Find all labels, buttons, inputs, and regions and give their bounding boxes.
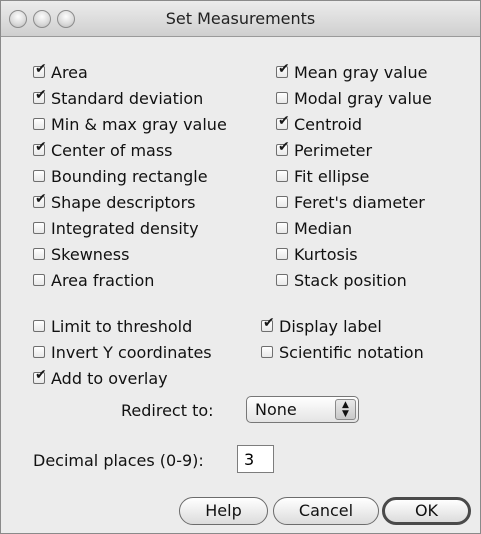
checkbox-icon[interactable]: ✔ — [33, 62, 47, 78]
checkbox-label: Fit ellipse — [294, 166, 370, 186]
checkbox-label: Kurtosis — [294, 244, 358, 264]
redirect-label: Redirect to: — [121, 401, 214, 420]
checkbox-icon[interactable]: ✔ — [276, 62, 290, 78]
checkbox-label: Shape descriptors — [51, 192, 196, 212]
checkbox-icon[interactable]: ✔ — [33, 140, 47, 156]
checkbox-label: Scientific notation — [279, 342, 424, 362]
checkbox-perimeter[interactable]: ✔ Perimeter — [276, 138, 372, 162]
checkbox-median[interactable]: Median — [276, 216, 352, 240]
checkbox-label: Limit to threshold — [51, 316, 193, 336]
checkbox-label: Area fraction — [51, 270, 155, 290]
checkbox-min-max-gray-value[interactable]: Min & max gray value — [33, 112, 227, 136]
checkbox-icon[interactable] — [33, 248, 45, 260]
checkbox-area[interactable]: ✔ Area — [33, 60, 88, 84]
checkbox-icon[interactable]: ✔ — [33, 88, 47, 104]
checkbox-limit-to-threshold[interactable]: Limit to threshold — [33, 314, 192, 338]
checkbox-icon[interactable] — [33, 118, 45, 130]
checkbox-centroid[interactable]: ✔ Centroid — [276, 112, 362, 136]
checkbox-icon[interactable] — [276, 196, 288, 208]
checkbox-icon[interactable] — [276, 248, 288, 260]
checkbox-label: Center of mass — [51, 140, 173, 160]
checkbox-display-label[interactable]: ✔ Display label — [261, 314, 382, 338]
checkbox-label: Stack position — [294, 270, 407, 290]
checkbox-add-to-overlay[interactable]: ✔ Add to overlay — [33, 366, 168, 390]
set-measurements-dialog: Set Measurements ✔ Area ✔ Standard devia… — [0, 0, 481, 534]
checkbox-icon[interactable] — [33, 320, 45, 332]
checkbox-icon[interactable]: ✔ — [261, 316, 275, 332]
checkbox-shape-descriptors[interactable]: ✔ Shape descriptors — [33, 190, 195, 214]
checkbox-kurtosis[interactable]: Kurtosis — [276, 242, 358, 266]
checkbox-icon[interactable] — [276, 274, 288, 286]
checkbox-label: Area — [51, 62, 88, 82]
ok-button[interactable]: OK — [382, 497, 471, 525]
checkbox-label: Bounding rectangle — [51, 166, 208, 186]
checkbox-center-of-mass[interactable]: ✔ Center of mass — [33, 138, 173, 162]
help-button[interactable]: Help — [179, 497, 268, 525]
checkbox-icon[interactable] — [261, 346, 273, 358]
checkbox-label: Median — [294, 218, 353, 238]
checkbox-icon[interactable] — [33, 274, 45, 286]
checkbox-icon[interactable] — [33, 170, 45, 182]
checkbox-icon[interactable]: ✔ — [33, 368, 47, 384]
checkbox-integrated-density[interactable]: Integrated density — [33, 216, 199, 240]
checkbox-icon[interactable] — [33, 346, 45, 358]
checkbox-icon[interactable] — [276, 92, 288, 104]
checkbox-icon[interactable]: ✔ — [33, 192, 47, 208]
checkbox-label: Mean gray value — [294, 62, 428, 82]
checkbox-label: Integrated density — [51, 218, 199, 238]
checkbox-bounding-rectangle[interactable]: Bounding rectangle — [33, 164, 208, 188]
redirect-select[interactable]: None ▲ ▼ — [246, 396, 359, 423]
checkbox-fit-ellipse[interactable]: Fit ellipse — [276, 164, 369, 188]
checkbox-label: Display label — [279, 316, 382, 336]
title-bar: Set Measurements — [1, 1, 480, 37]
checkbox-area-fraction[interactable]: Area fraction — [33, 268, 154, 292]
checkbox-icon[interactable] — [276, 222, 288, 234]
checkbox-stack-position[interactable]: Stack position — [276, 268, 407, 292]
decimal-places-label: Decimal places (0-9): — [33, 451, 204, 470]
decimal-places-input[interactable] — [237, 445, 274, 473]
checkbox-label: Modal gray value — [294, 88, 432, 108]
checkbox-label: Centroid — [294, 114, 363, 134]
checkbox-skewness[interactable]: Skewness — [33, 242, 129, 266]
checkbox-label: Standard deviation — [51, 88, 204, 108]
checkbox-label: Feret's diameter — [294, 192, 425, 212]
checkbox-mean-gray-value[interactable]: ✔ Mean gray value — [276, 60, 427, 84]
checkbox-icon[interactable]: ✔ — [276, 114, 290, 130]
checkbox-label: Add to overlay — [51, 368, 168, 388]
up-down-arrows-icon: ▲ ▼ — [335, 399, 356, 420]
checkbox-icon[interactable] — [276, 170, 288, 182]
checkbox-label: Invert Y coordinates — [51, 342, 212, 362]
checkbox-icon[interactable]: ✔ — [276, 140, 290, 156]
checkbox-scientific-notation[interactable]: Scientific notation — [261, 340, 424, 364]
window-title: Set Measurements — [165, 9, 316, 28]
checkbox-label: Min & max gray value — [51, 114, 227, 134]
redirect-selected-value: None — [255, 400, 297, 419]
checkbox-icon[interactable] — [33, 222, 45, 234]
checkbox-modal-gray-value[interactable]: Modal gray value — [276, 86, 432, 110]
checkbox-ferets-diameter[interactable]: Feret's diameter — [276, 190, 425, 214]
checkbox-invert-y-coordinates[interactable]: Invert Y coordinates — [33, 340, 212, 364]
checkbox-label: Skewness — [51, 244, 130, 264]
cancel-button[interactable]: Cancel — [273, 497, 379, 525]
checkbox-standard-deviation[interactable]: ✔ Standard deviation — [33, 86, 203, 110]
checkbox-label: Perimeter — [294, 140, 373, 160]
